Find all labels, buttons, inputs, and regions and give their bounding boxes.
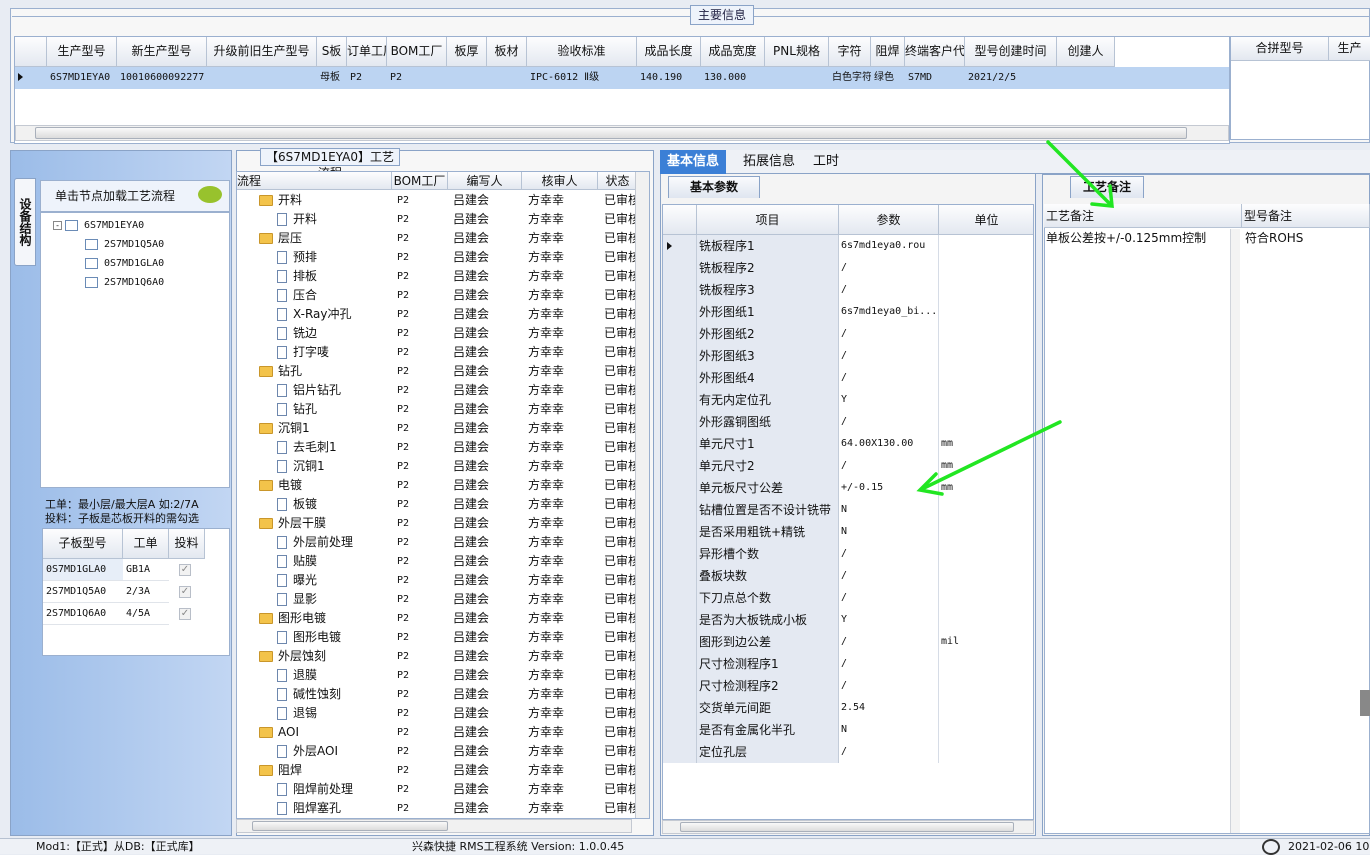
status-left: Mod1:【正式】从DB:【正式库】 xyxy=(36,840,200,853)
status-bar: Mod1:【正式】从DB:【正式库】 兴森快捷 RMS工程系统 Version:… xyxy=(0,838,1370,855)
arrow-to-process-notes xyxy=(1046,140,1114,208)
status-datetime: 2021-02-06 10 xyxy=(1288,840,1370,853)
arrow-to-unit-tolerance xyxy=(916,420,1062,496)
annotation-arrows xyxy=(916,140,1114,496)
status-center: 兴森快捷 RMS工程系统 Version: 1.0.0.45 xyxy=(412,840,625,853)
clock-icon xyxy=(1262,839,1280,855)
